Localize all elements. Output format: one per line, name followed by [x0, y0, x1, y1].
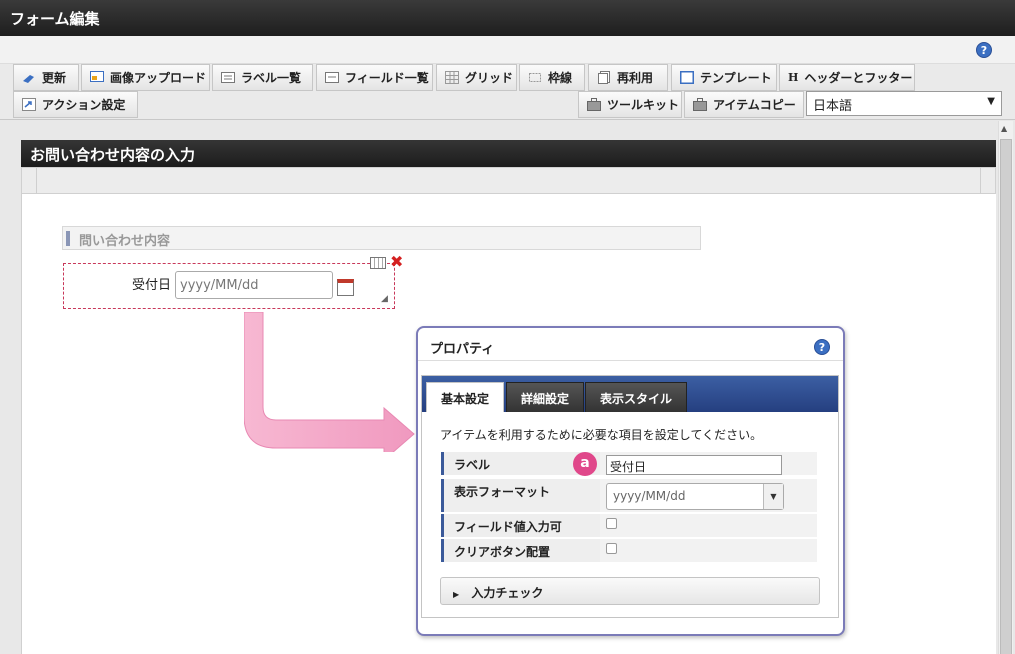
resize-handle-icon[interactable]: ◢	[381, 294, 388, 304]
template-icon	[679, 70, 695, 85]
action-settings-button[interactable]: アクション設定	[13, 91, 138, 118]
chevron-down-icon[interactable]: ▼	[763, 484, 783, 509]
grid-icon	[445, 71, 459, 84]
row-field-input: フィールド値入力可	[441, 514, 817, 538]
display-format-select[interactable]: yyyy/MM/dd ▼	[606, 483, 784, 510]
action-settings-label: アクション設定	[42, 98, 126, 112]
item-copy-button[interactable]: アイテムコピー	[684, 91, 804, 118]
field-list-icon	[325, 71, 339, 84]
row-field-input-title: フィールド値入力可	[441, 514, 600, 537]
header-footer-label: ヘッダーとフッター	[804, 71, 913, 85]
toolkit-label: ツールキット	[607, 98, 680, 112]
delete-icon[interactable]: ✖	[390, 252, 403, 271]
reuse-button[interactable]: 再利用	[588, 64, 668, 91]
form-title: お問い合わせ内容の入力	[21, 140, 996, 167]
chevron-right-icon: ▶	[453, 590, 460, 599]
tab-detail-settings[interactable]: 詳細設定	[506, 382, 585, 412]
grid-label: グリッド	[465, 71, 514, 85]
tab-basic-settings[interactable]: 基本設定	[426, 382, 505, 412]
help-bar: ?	[0, 36, 1015, 64]
toolkit-icon	[587, 98, 601, 111]
display-format-value: yyyy/MM/dd	[613, 489, 686, 503]
grid-button[interactable]: グリッド	[436, 64, 517, 91]
properties-title: プロパティ	[430, 342, 495, 357]
language-value: 日本語	[813, 99, 853, 114]
section-title: 問い合わせ内容	[79, 234, 171, 249]
row-clear-button: クリアボタン配置	[441, 539, 817, 563]
properties-header: プロパティ	[418, 331, 843, 361]
date-input[interactable]: yyyy/MM/dd	[175, 271, 333, 299]
border-icon	[528, 71, 542, 84]
properties-help-icon[interactable]: ?	[814, 339, 830, 355]
input-check-label: 入力チェック	[471, 586, 544, 600]
help-icon[interactable]: ?	[976, 42, 992, 58]
input-check-accordion[interactable]: ▶ 入力チェック	[440, 577, 820, 605]
update-button[interactable]: 更新	[13, 64, 79, 91]
header-footer-button[interactable]: H ヘッダーとフッター	[779, 64, 915, 91]
update-label: 更新	[42, 71, 67, 85]
image-upload-button[interactable]: 画像アップロード	[81, 64, 210, 91]
row-clear-button-title: クリアボタン配置	[441, 539, 600, 562]
label-list-button[interactable]: ラベル一覧	[212, 64, 313, 91]
item-copy-label: アイテムコピー	[713, 98, 796, 112]
update-icon	[22, 71, 36, 84]
label-list-label: ラベル一覧	[241, 71, 302, 85]
reuse-icon	[597, 71, 611, 84]
tab-display-style[interactable]: 表示スタイル	[585, 382, 688, 412]
header-icon: H	[788, 71, 799, 84]
properties-description: アイテムを利用するために必要な項目を設定してください。	[440, 428, 763, 442]
annotation-badge: a	[573, 452, 597, 476]
section-bar	[66, 231, 70, 246]
item-properties-icon[interactable]	[370, 257, 386, 269]
label-input[interactable]: 受付日	[606, 455, 782, 475]
image-upload-label: 画像アップロード	[110, 71, 207, 85]
arrow-connector	[244, 312, 415, 452]
language-select[interactable]: 日本語 ▼	[806, 91, 1002, 116]
field-input-checkbox[interactable]	[606, 518, 617, 529]
toolkit-button[interactable]: ツールキット	[578, 91, 682, 118]
scroll-thumb[interactable]	[1000, 139, 1012, 654]
border-button[interactable]: 枠線	[519, 64, 585, 91]
window-title: フォーム編集	[0, 0, 1015, 36]
field-list-button[interactable]: フィールド一覧	[316, 64, 433, 91]
date-field-label: 受付日	[132, 278, 172, 293]
section-header[interactable]: 問い合わせ内容	[62, 226, 701, 250]
calendar-icon[interactable]	[337, 279, 354, 296]
template-button[interactable]: テンプレート	[671, 64, 777, 91]
row-display-format-title: 表示フォーマット	[441, 479, 600, 512]
vertical-scrollbar[interactable]: ▲	[998, 121, 1013, 654]
field-list-label: フィールド一覧	[345, 71, 429, 85]
form-subheader	[21, 167, 996, 194]
label-list-icon	[221, 71, 235, 84]
clear-button-checkbox[interactable]	[606, 543, 617, 554]
action-icon	[22, 98, 36, 111]
item-copy-icon	[693, 98, 707, 111]
scroll-up-icon[interactable]: ▲	[1001, 124, 1007, 133]
reuse-label: 再利用	[617, 71, 654, 85]
chevron-down-icon: ▼	[987, 96, 995, 107]
template-label: テンプレート	[700, 71, 772, 85]
border-label: 枠線	[548, 71, 573, 85]
image-upload-icon	[90, 71, 104, 84]
